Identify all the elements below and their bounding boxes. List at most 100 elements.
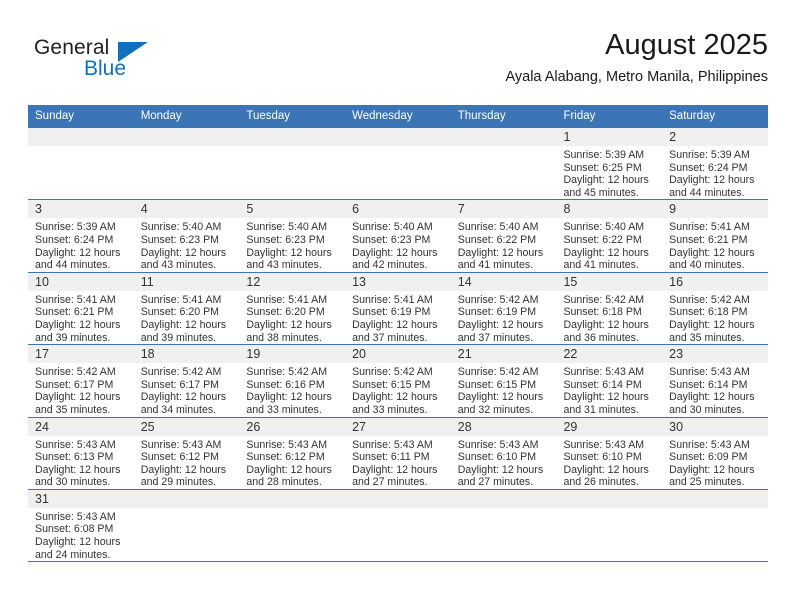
day-details: Sunrise: 5:39 AM Sunset: 6:24 PM Daylight:… xyxy=(662,146,768,199)
calendar-day-cell[interactable]: 31 Sunrise: 5:43 AM Sunset: 6:08 PM Dayligh… xyxy=(28,488,134,563)
sunrise-time: Sunrise: 5:43 AM xyxy=(35,438,116,451)
calendar-day-cell[interactable]: 26 Sunrise: 5:43 AM Sunset: 6:12 PM Dayligh… xyxy=(239,416,346,490)
calendar-day-cell[interactable]: 9 Sunrise: 5:41 AM Sunset: 6:21 PM Daylight… xyxy=(662,199,768,273)
calendar-week-row: 31 Sunrise: 5:43 AM Sunset: 6:08 PM Dayligh… xyxy=(28,488,768,563)
sunrise-time: Sunrise: 5:41 AM xyxy=(246,293,328,306)
day-number: 22 xyxy=(556,345,663,364)
sunset-time: Sunset: 6:19 PM xyxy=(457,306,537,319)
calendar-day-cell[interactable]: 19 Sunrise: 5:42 AM Sunset: 6:16 PM Dayligh… xyxy=(239,344,346,417)
daylight-line-1: Daylight: 12 hours xyxy=(457,391,544,404)
location-subtitle: Ayala Alabang, Metro Manila, Philippines xyxy=(505,69,768,85)
day-number: 27 xyxy=(345,418,451,436)
sunset-time: Sunset: 6:15 PM xyxy=(457,378,537,391)
calendar-week-row: 17 Sunrise: 5:42 AM Sunset: 6:17 PM Dayligh… xyxy=(28,344,768,417)
calendar-day-cell[interactable]: 4 Sunrise: 5:40 AM Sunset: 6:23 PM Daylight… xyxy=(133,199,240,273)
calendar-day-cell-empty xyxy=(450,126,557,200)
daylight-line-2: and 29 minutes. xyxy=(140,476,217,489)
sunrise-time: Sunrise: 5:43 AM xyxy=(563,366,645,379)
calendar-day-cell[interactable]: 30 Sunrise: 5:43 AM Sunset: 6:09 PM Dayligh… xyxy=(662,416,768,490)
daylight-line-2: and 30 minutes. xyxy=(669,403,745,416)
sunset-time: Sunset: 6:23 PM xyxy=(246,233,325,246)
calendar-day-cell[interactable]: 15 Sunrise: 5:42 AM Sunset: 6:18 PM Dayligh… xyxy=(556,271,663,345)
daylight-line-2: and 27 minutes. xyxy=(457,476,534,489)
calendar-day-cell[interactable]: 20 Sunrise: 5:42 AM Sunset: 6:15 PM Dayligh… xyxy=(345,344,451,417)
calendar-day-cell[interactable]: 5 Sunrise: 5:40 AM Sunset: 6:23 PM Daylight… xyxy=(239,199,346,273)
calendar-day-cell[interactable]: 6 Sunrise: 5:40 AM Sunset: 6:23 PM Daylight… xyxy=(345,199,451,273)
calendar-day-cell[interactable]: 12 Sunrise: 5:41 AM Sunset: 6:20 PM Dayligh… xyxy=(239,271,346,345)
calendar-day-cell[interactable]: 11 Sunrise: 5:41 AM Sunset: 6:20 PM Dayligh… xyxy=(133,271,240,345)
day-details: Sunrise: 5:43 AM Sunset: 6:14 PM Daylight:… xyxy=(556,363,662,416)
daylight-line-2: and 24 minutes. xyxy=(35,548,111,561)
daylight-line-2: and 41 minutes. xyxy=(563,259,639,272)
calendar-day-cell[interactable]: 2 Sunrise: 5:39 AM Sunset: 6:24 PM Daylight… xyxy=(662,126,768,200)
calendar-day-cell[interactable]: 18 Sunrise: 5:42 AM Sunset: 6:17 PM Dayligh… xyxy=(133,344,240,417)
day-details: Sunrise: 5:39 AM Sunset: 6:25 PM Daylight:… xyxy=(556,146,662,199)
sunrise-time: Sunrise: 5:42 AM xyxy=(563,293,645,306)
day-number: 11 xyxy=(133,273,240,291)
calendar-day-cell[interactable]: 21 Sunrise: 5:42 AM Sunset: 6:15 PM Dayligh… xyxy=(450,344,557,417)
calendar-day-cell[interactable]: 7 Sunrise: 5:40 AM Sunset: 6:22 PM Daylight… xyxy=(450,199,557,273)
title-block: August 2025 Ayala Alabang, Metro Manila,… xyxy=(505,28,768,86)
calendar-day-cell[interactable]: 27 Sunrise: 5:43 AM Sunset: 6:11 PM Dayligh… xyxy=(345,416,451,490)
sunrise-time: Sunrise: 5:43 AM xyxy=(563,438,645,451)
day-details: Sunrise: 5:42 AM Sunset: 6:17 PM Daylight:… xyxy=(28,363,134,416)
sunrise-time: Sunrise: 5:42 AM xyxy=(669,293,750,306)
day-details: Sunrise: 5:40 AM Sunset: 6:23 PM Daylight:… xyxy=(134,218,240,271)
calendar-day-cell[interactable]: 29 Sunrise: 5:43 AM Sunset: 6:10 PM Dayligh… xyxy=(556,416,663,490)
daylight-line-1: Daylight: 12 hours xyxy=(669,246,755,259)
day-number: 7 xyxy=(450,200,557,219)
calendar-day-cell-empty xyxy=(662,488,768,563)
sunrise-time: Sunrise: 5:41 AM xyxy=(140,293,222,306)
sunrise-time: Sunrise: 5:42 AM xyxy=(246,366,328,379)
calendar-day-cell[interactable]: 24 Sunrise: 5:43 AM Sunset: 6:13 PM Dayligh… xyxy=(28,416,134,490)
daylight-line-2: and 25 minutes. xyxy=(669,476,745,489)
daylight-line-1: Daylight: 12 hours xyxy=(563,391,649,404)
calendar-day-cell[interactable]: 10 Sunrise: 5:41 AM Sunset: 6:21 PM Dayligh… xyxy=(28,271,134,345)
calendar-day-cell[interactable]: 17 Sunrise: 5:42 AM Sunset: 6:17 PM Dayligh… xyxy=(28,344,134,417)
day-number: 24 xyxy=(28,418,134,436)
sunrise-time: Sunrise: 5:41 AM xyxy=(669,221,750,234)
day-number xyxy=(133,490,240,508)
daylight-line-1: Daylight: 12 hours xyxy=(563,318,649,331)
calendar-day-cell[interactable]: 8 Sunrise: 5:40 AM Sunset: 6:22 PM Daylight… xyxy=(556,199,663,273)
sunset-time: Sunset: 6:22 PM xyxy=(563,233,642,246)
calendar-day-cell[interactable]: 1 Sunrise: 5:39 AM Sunset: 6:25 PM Daylight… xyxy=(556,126,663,200)
daylight-line-1: Daylight: 12 hours xyxy=(246,246,332,259)
day-number: 21 xyxy=(450,345,557,364)
day-details: Sunrise: 5:43 AM Sunset: 6:12 PM Daylight:… xyxy=(134,436,240,489)
day-number: 3 xyxy=(28,200,134,219)
calendar-day-cell[interactable]: 14 Sunrise: 5:42 AM Sunset: 6:19 PM Dayligh… xyxy=(450,271,557,345)
day-number: 6 xyxy=(345,200,451,219)
sunset-time: Sunset: 6:17 PM xyxy=(35,378,114,391)
calendar-day-cell[interactable]: 28 Sunrise: 5:43 AM Sunset: 6:10 PM Dayligh… xyxy=(450,416,557,490)
calendar-day-cell[interactable]: 23 Sunrise: 5:43 AM Sunset: 6:14 PM Dayligh… xyxy=(662,344,768,417)
sunset-time: Sunset: 6:22 PM xyxy=(457,233,537,246)
daylight-line-2: and 44 minutes. xyxy=(669,186,745,199)
day-number: 28 xyxy=(450,418,557,436)
sunset-time: Sunset: 6:21 PM xyxy=(669,233,748,246)
daylight-line-1: Daylight: 12 hours xyxy=(35,391,121,404)
day-number: 1 xyxy=(556,128,663,146)
sunrise-time: Sunrise: 5:42 AM xyxy=(457,366,539,379)
daylight-line-2: and 28 minutes. xyxy=(246,476,322,489)
daylight-line-2: and 33 minutes. xyxy=(352,403,428,416)
sunset-time: Sunset: 6:17 PM xyxy=(140,378,220,391)
brand-logo[interactable]: General Blue xyxy=(34,36,174,90)
sunset-time: Sunset: 6:23 PM xyxy=(352,233,431,246)
daylight-line-1: Daylight: 12 hours xyxy=(457,318,544,331)
day-number: 5 xyxy=(239,200,346,219)
day-details: Sunrise: 5:43 AM Sunset: 6:08 PM Daylight:… xyxy=(28,508,134,561)
daylight-line-1: Daylight: 12 hours xyxy=(563,174,649,187)
calendar-day-cell[interactable]: 25 Sunrise: 5:43 AM Sunset: 6:12 PM Dayligh… xyxy=(133,416,240,490)
sunset-time: Sunset: 6:11 PM xyxy=(352,451,430,464)
calendar-day-cell[interactable]: 13 Sunrise: 5:41 AM Sunset: 6:19 PM Dayligh… xyxy=(345,271,451,345)
daylight-line-2: and 36 minutes. xyxy=(563,331,639,344)
calendar-day-cell[interactable]: 16 Sunrise: 5:42 AM Sunset: 6:18 PM Dayligh… xyxy=(662,271,768,345)
page-title: August 2025 xyxy=(605,29,768,61)
daylight-line-2: and 27 minutes. xyxy=(352,476,428,489)
page-header: General Blue August 2025 Ayala Alabang, … xyxy=(28,28,768,98)
calendar-day-cell[interactable]: 22 Sunrise: 5:43 AM Sunset: 6:14 PM Dayligh… xyxy=(556,344,663,417)
daylight-line-1: Daylight: 12 hours xyxy=(563,246,649,259)
calendar-day-cell[interactable]: 3 Sunrise: 5:39 AM Sunset: 6:24 PM Daylight… xyxy=(28,199,134,273)
weekday-header-saturday: Saturday xyxy=(662,105,768,128)
